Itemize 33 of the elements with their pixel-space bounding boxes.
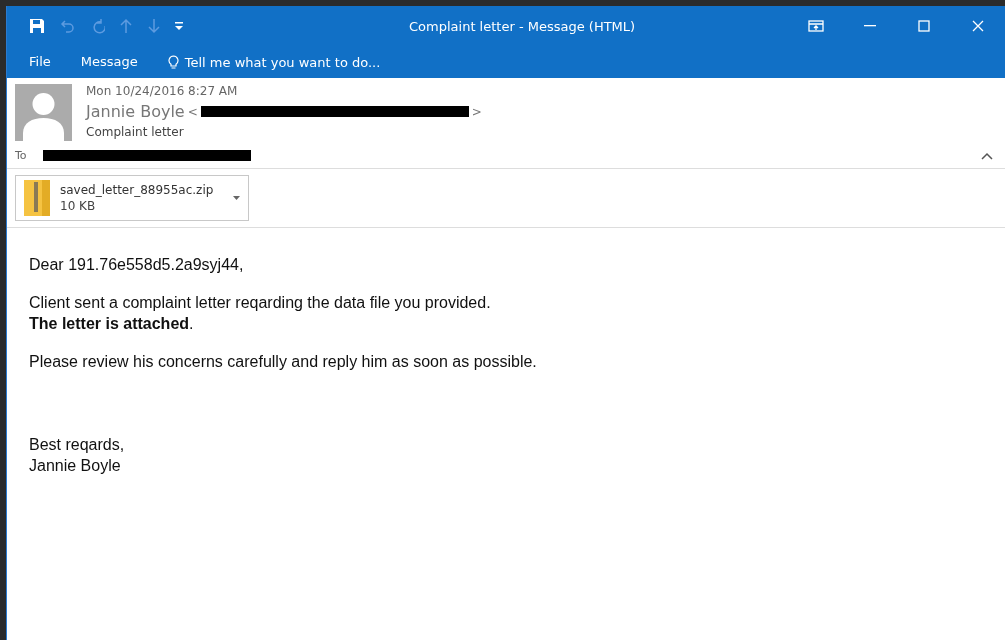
- body-text: The letter is attached.: [29, 314, 195, 334]
- minimize-icon: [864, 25, 876, 27]
- body-text: Client sent a complaint letter reqarding the data file you provided.: [29, 293, 492, 313]
- attachment[interactable]: saved_letter_88955ac.zip 10 KB: [15, 175, 249, 221]
- message-subject: Complaint letter: [86, 125, 185, 139]
- body-text: Dear 191.76e558d5.2a9syj44,: [29, 255, 245, 275]
- avatar: [15, 84, 72, 141]
- lightbulb-icon: [167, 54, 179, 70]
- angle-bracket: <: [187, 104, 198, 119]
- body-text: Please review his concerns carefully and reply him as soon as possible.: [29, 352, 538, 372]
- maximize-icon: [918, 20, 930, 32]
- tell-me-field[interactable]: Tell me what you want to do...: [167, 54, 381, 70]
- to-label: To: [15, 149, 27, 162]
- ribbon-tab[interactable]: Message: [80, 51, 138, 73]
- ribbon-display-icon: [808, 20, 824, 32]
- down-arrow-icon: [147, 18, 161, 34]
- sent-date: Mon 10/24/2016 8:27 AM: [86, 84, 239, 98]
- window-title: Complaint letter - Message (HTML): [409, 18, 637, 34]
- customize-button[interactable]: [175, 21, 183, 31]
- undo-icon: [59, 18, 75, 34]
- sender-name: Jannie Boyle: [86, 102, 185, 121]
- dropdown-icon: [175, 21, 183, 31]
- closing-text: Jannie Boyle: [29, 456, 122, 476]
- save-button[interactable]: [29, 18, 45, 34]
- caret-icon: [233, 196, 240, 200]
- zip-folder-icon: [24, 180, 50, 216]
- save-icon: [29, 18, 45, 34]
- ribbon-tab[interactable]: File: [29, 51, 51, 73]
- closing-text: Best reqards,: [29, 435, 126, 455]
- close-icon: [972, 20, 984, 32]
- collapse-icon[interactable]: [981, 151, 993, 160]
- angle-bracket: >: [471, 104, 482, 119]
- up-arrow-icon: [119, 18, 133, 34]
